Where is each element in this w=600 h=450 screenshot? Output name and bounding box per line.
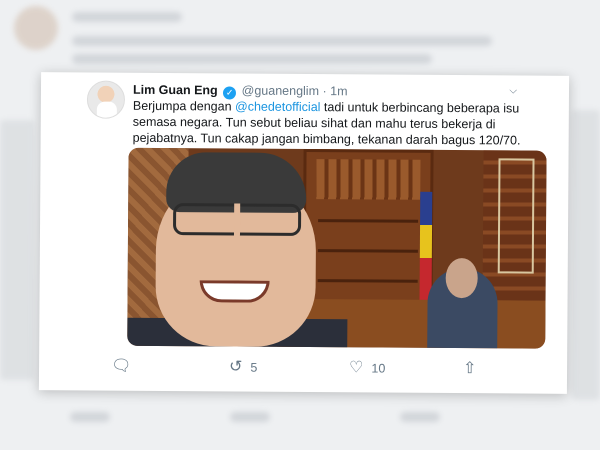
reply-button[interactable]: 🗨 — [111, 357, 131, 377]
author-handle[interactable]: @guanenglim — [242, 84, 319, 99]
background-text-line — [72, 54, 432, 64]
photo-carving — [316, 159, 421, 200]
reply-icon: 🗨 — [111, 357, 132, 375]
retweet-icon: ↺ — [229, 358, 243, 376]
share-icon: ⇧ — [462, 360, 477, 378]
photo-person-seated-head — [445, 257, 478, 299]
like-button[interactable]: ♡ 10 — [349, 358, 385, 378]
background-text-line — [72, 36, 492, 46]
retweet-button[interactable]: ↺ 5 — [229, 357, 257, 377]
mention-link[interactable]: @chedetofficial — [235, 100, 321, 115]
background-text-line — [230, 412, 270, 422]
chevron-down-icon[interactable]: ⌵ — [509, 85, 517, 96]
retweet-count: 5 — [250, 360, 258, 375]
background-panel — [0, 120, 34, 380]
avatar[interactable] — [86, 80, 126, 119]
author-name[interactable]: Lim Guan Eng — [133, 83, 218, 98]
background-panel — [572, 110, 600, 400]
photo-flag — [419, 191, 433, 302]
share-button[interactable]: ⇧ — [463, 359, 477, 379]
tweet-text-part: Berjumpa dengan — [132, 98, 236, 114]
like-count: 10 — [371, 361, 386, 376]
separator-dot: · — [322, 84, 327, 99]
heart-icon: ♡ — [349, 359, 364, 377]
background-text-line — [70, 412, 110, 422]
tweet-photo[interactable] — [127, 147, 547, 349]
tweet-timestamp[interactable]: 1m — [330, 84, 347, 98]
background-text-line — [72, 12, 182, 22]
background-avatar — [14, 6, 58, 50]
tweet-card[interactable]: Lim Guan Eng ✓ @guanenglim · 1m ⌵ Berjum… — [38, 72, 570, 394]
photo-smile — [199, 280, 270, 303]
photo-panel — [497, 158, 535, 274]
photo-glasses — [172, 203, 302, 236]
tweet-actions: 🗨 ↺ 5 ♡ 10 ⇧ — [111, 357, 551, 384]
tweet-text: Berjumpa dengan @chedetofficial tadi unt… — [133, 98, 553, 149]
background-text-line — [400, 412, 440, 422]
